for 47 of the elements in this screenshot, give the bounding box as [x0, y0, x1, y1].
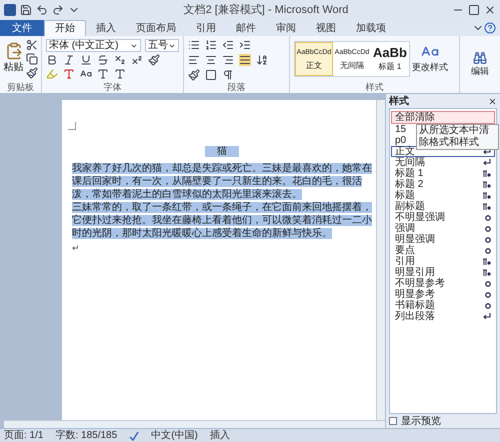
file-tab[interactable]: 文件: [0, 20, 44, 36]
tooltip: 从所选文本中清除格式和样式: [416, 124, 499, 150]
ribbon-tab[interactable]: 页面布局: [126, 20, 186, 36]
change-styles-button[interactable]: 更改样式: [412, 42, 448, 74]
window-title: 文档2 [兼容模式] - Microsoft Word: [184, 2, 348, 18]
paragraph-text: 三妹常常的，取了一条红带，或一条绳子，在它面前来回地摇摆着，它便扑过来抢抢。我坐在藤椅上看着他们，可以微笑着消耗过一二小时的光阴，那时太阳光暖暖心上感受着生命的新鲜与快乐。: [72, 201, 372, 240]
document-title: 猫: [205, 146, 239, 157]
style-list-item[interactable]: 标题 2: [391, 179, 495, 190]
group-label: 段落: [226, 81, 246, 93]
style-list-item[interactable]: 全部清除: [391, 111, 495, 124]
paste-button[interactable]: 粘贴: [4, 42, 24, 75]
pane-title: 样式: [389, 94, 409, 108]
ribbon-tab[interactable]: 加载项: [346, 20, 396, 36]
style-list-item[interactable]: 要点: [391, 245, 495, 256]
insert-mode-status[interactable]: 插入: [210, 428, 230, 442]
style-list-item[interactable]: 书籍标题: [391, 300, 495, 311]
ribbon-tab[interactable]: 开始: [44, 20, 86, 36]
group-label: 剪贴板: [6, 81, 35, 93]
ribbon-tab[interactable]: 审阅: [266, 20, 306, 36]
language-status[interactable]: 中文(中国): [151, 428, 198, 442]
style-list-item[interactable]: 引用: [391, 256, 495, 267]
font-name-field[interactable]: 宋体 (中文正文): [46, 39, 141, 52]
ribbon-tab[interactable]: 引用: [186, 20, 226, 36]
style-list-item[interactable]: 标题 1: [391, 168, 495, 179]
style-list-item[interactable]: 强调: [391, 223, 495, 234]
style-list-item[interactable]: 不明显强调: [391, 212, 495, 223]
font-size-field[interactable]: 五号: [145, 39, 179, 52]
style-gallery-item[interactable]: AaBb 标题 1: [371, 42, 409, 76]
style-list-item[interactable]: 无间隔: [391, 157, 495, 168]
style-list-item[interactable]: 列出段落: [391, 311, 495, 322]
style-list-item[interactable]: 明显强调: [391, 234, 495, 245]
group-label: 字体: [102, 81, 122, 93]
style-list-item[interactable]: 标题: [391, 190, 495, 201]
style-list-item[interactable]: 明显引用: [391, 267, 495, 278]
word-count[interactable]: 字数: 185/185: [55, 428, 118, 442]
style-list-item[interactable]: 不明显参考: [391, 278, 495, 289]
paragraph-mark: ↵: [72, 243, 80, 253]
ribbon-tab[interactable]: 插入: [86, 20, 126, 36]
group-label: 样式: [364, 81, 384, 93]
editing-button[interactable]: 编辑: [471, 50, 489, 78]
style-list-item[interactable]: 明显参考: [391, 289, 495, 300]
checkbox-label: 显示预览: [401, 414, 441, 428]
paragraph-text: 我家养了好几次的猫，却总是失踪或死亡。三妹是最喜欢的，她常在课后回家时，有一次，从隔壁要了一只新生的来。花白的毛，很活泼，常如带着泥土的白雪球似的太阳光里滚来滚去。: [72, 162, 372, 201]
page-count[interactable]: 页面: 1/1: [4, 428, 44, 442]
ribbon-tab[interactable]: 邮件: [226, 20, 266, 36]
style-list-item[interactable]: 副标题: [391, 201, 495, 212]
ribbon-tab[interactable]: 视图: [306, 20, 346, 36]
